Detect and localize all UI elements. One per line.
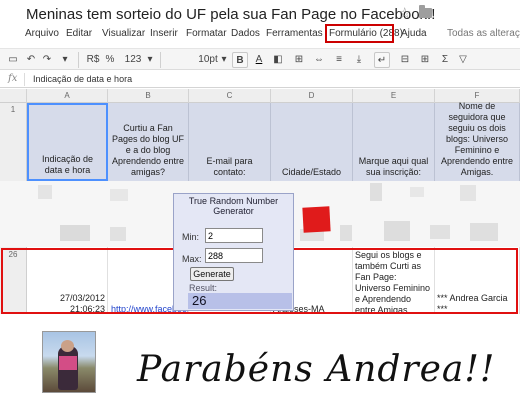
insert-row-icon[interactable]: ⊟ — [398, 52, 412, 68]
header-cell-d[interactable]: Cidade/Estado — [271, 103, 353, 181]
max-field[interactable] — [205, 248, 263, 263]
menu-inserir[interactable]: Inserir — [150, 28, 178, 39]
column-header-a[interactable]: A — [27, 89, 108, 103]
valign-icon[interactable]: ⤓ — [352, 52, 366, 68]
merge-icon[interactable]: ⇔ — [312, 52, 326, 68]
max-label: Max: — [182, 254, 202, 264]
menu-editar[interactable]: Editar — [66, 28, 92, 39]
paint-format-icon[interactable]: ▾ — [58, 52, 72, 68]
currency-button[interactable]: R$ — [84, 52, 102, 68]
sum-button[interactable]: Σ — [438, 52, 452, 68]
toolbar-divider — [160, 52, 161, 68]
star-icon[interactable]: ☆ — [398, 4, 411, 22]
formula-divider — [24, 73, 25, 86]
winner-photo — [42, 331, 96, 393]
pixel-block — [430, 225, 450, 239]
document-title[interactable]: Meninas tem sorteio do UF pela sua Fan P… — [26, 6, 435, 23]
pixel-block — [38, 185, 52, 199]
font-size-select[interactable]: 10pt — [196, 52, 220, 68]
align-icon[interactable]: ≡ — [332, 52, 346, 68]
menu-dados[interactable]: Dados — [231, 28, 260, 39]
header-cell-f[interactable]: Nome de seguidora que seguiu os dois blo… — [435, 101, 520, 181]
pixel-block — [384, 221, 410, 241]
row-number[interactable]: 1 — [0, 103, 27, 181]
chevron-down-icon[interactable]: ▾ — [146, 52, 154, 68]
formula-bar: fx Indicação de data e hora — [0, 71, 520, 88]
pixel-block — [60, 225, 90, 241]
toolbar: ▭ ↶ ↷ ▾ R$ % 123 ▾ 10pt ▾ B A ◧ ⊞ ⇔ ≡ ⤓ … — [0, 48, 520, 70]
percent-button[interactable]: % — [104, 52, 116, 68]
generate-button[interactable]: Generate — [190, 267, 234, 281]
column-header-e[interactable]: E — [353, 89, 435, 103]
pixel-block — [370, 183, 382, 201]
wrap-text-icon[interactable]: ↵ — [374, 52, 390, 68]
menu-ajuda[interactable]: Ajuda — [401, 28, 427, 39]
formula-input[interactable]: Indicação de data e hora — [33, 74, 132, 84]
menu-ferramentas[interactable]: Ferramentas — [266, 28, 323, 39]
header-row: 1 Indicação de data e hora Curtiu a Fan … — [0, 101, 520, 181]
filter-icon[interactable]: ▽ — [456, 52, 470, 68]
borders-icon[interactable]: ⊞ — [292, 52, 306, 68]
bold-button[interactable]: B — [232, 52, 248, 68]
menu-visualizar[interactable]: Visualizar — [102, 28, 145, 39]
result-label: Result: — [189, 283, 218, 293]
column-header-c[interactable]: C — [189, 89, 271, 103]
column-header-d[interactable]: D — [271, 89, 353, 103]
fill-color-icon[interactable]: ◧ — [270, 52, 286, 68]
rng-title: True Random Number Generator — [188, 196, 279, 216]
random-number-generator: True Random Number Generator Min: Max: G… — [173, 193, 294, 311]
pixel-block — [110, 227, 126, 241]
menu-formatar[interactable]: Formatar — [186, 28, 227, 39]
congratulations-caption: Parabéns Andrea!! — [137, 349, 496, 390]
header-cell-b[interactable]: Curtiu a Fan Pages do blog UF e a do blo… — [108, 103, 189, 181]
select-all-corner[interactable] — [0, 89, 27, 103]
insert-column-icon[interactable]: ⊞ — [418, 52, 432, 68]
red-square-decoration — [302, 206, 331, 233]
person-shirt — [59, 356, 77, 370]
menu-arquivo[interactable]: Arquivo — [25, 28, 59, 39]
person-head — [61, 340, 74, 352]
print-icon[interactable]: ▭ — [6, 52, 20, 68]
min-field[interactable] — [205, 228, 263, 243]
header-cell-e[interactable]: Marque aqui qual sua inscrição: — [353, 103, 435, 181]
all-changes-status[interactable]: Todas as alteraçõ — [447, 28, 520, 39]
toolbar-divider — [78, 52, 79, 68]
undo-icon[interactable]: ↶ — [24, 52, 38, 68]
folder-icon[interactable] — [419, 5, 432, 18]
pixel-block — [410, 187, 424, 197]
number-format-button[interactable]: 123 — [120, 52, 146, 68]
formulario-highlight-box — [325, 24, 394, 43]
result-value: 26 — [188, 293, 292, 309]
redo-icon[interactable]: ↷ — [40, 52, 54, 68]
fx-icon: fx — [8, 73, 18, 84]
header-cell-a[interactable]: Indicação de data e hora — [27, 103, 108, 181]
pixel-block — [110, 189, 128, 201]
text-color-button[interactable]: A — [252, 52, 266, 68]
chevron-down-icon[interactable]: ▾ — [220, 52, 228, 68]
column-header-b[interactable]: B — [108, 89, 189, 103]
pixel-block — [470, 223, 498, 241]
min-label: Min: — [182, 232, 200, 242]
pixel-block — [460, 185, 476, 201]
header-cell-c[interactable]: E-mail para contato: — [189, 103, 271, 181]
pixel-block — [340, 225, 352, 241]
